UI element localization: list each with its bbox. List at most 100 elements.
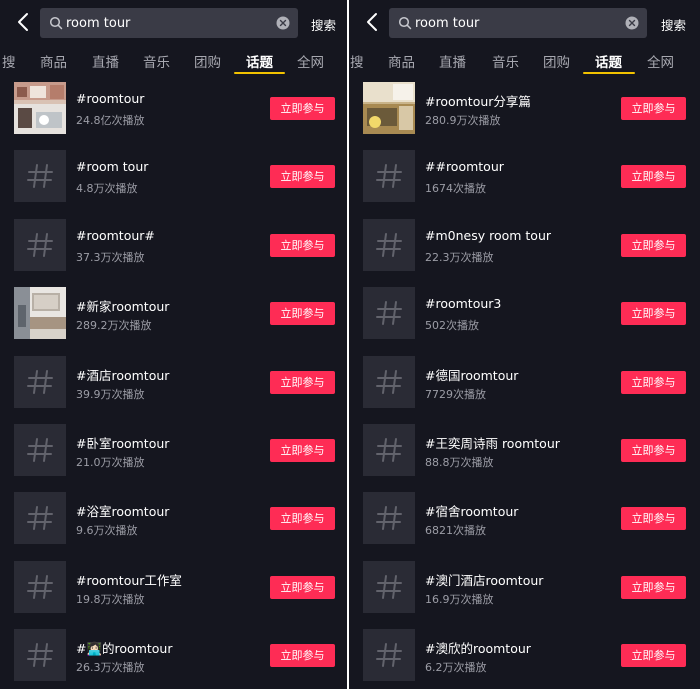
tab-live[interactable]: 直播 <box>439 51 466 71</box>
topic-title: #room tour <box>76 159 149 175</box>
tab-search[interactable]: 搜 <box>350 51 364 71</box>
topic-row[interactable]: #👩🏻‍💻的roomtour 26.3万次播放 立即参与 <box>0 629 347 682</box>
topic-title: #卧室roomtour <box>76 436 170 451</box>
play-count: 21.0万次播放 <box>76 456 145 469</box>
topic-title: #roomtour# <box>76 227 155 243</box>
topic-row[interactable]: #澳门酒店roomtour 16.9万次播放 立即参与 <box>349 560 700 613</box>
tab-groupbuy[interactable]: 团购 <box>194 51 221 71</box>
join-now-button[interactable]: 立即参与 <box>270 302 335 326</box>
hashtag-icon <box>363 218 415 271</box>
topic-title: #roomtour分享篇 <box>425 94 531 109</box>
join-now-button[interactable]: 立即参与 <box>621 439 686 462</box>
join-now-button[interactable]: 立即参与 <box>621 370 686 394</box>
join-now-button[interactable]: 立即参与 <box>270 644 335 668</box>
play-count: 502次播放 <box>425 319 479 333</box>
clear-icon[interactable] <box>276 16 290 30</box>
join-now-button[interactable]: 立即参与 <box>270 507 335 531</box>
join-now-button[interactable]: 立即参与 <box>621 302 686 326</box>
tab-bar: 搜 商品 直播 音乐 团购 话题 全网 <box>0 48 347 74</box>
tab-search[interactable]: 搜 <box>2 51 16 71</box>
hashtag-icon <box>14 218 66 271</box>
play-count: 26.3万次播放 <box>76 661 145 675</box>
topic-thumbnail <box>363 82 415 134</box>
tab-live[interactable]: 直播 <box>92 51 119 71</box>
search-input[interactable] <box>415 8 615 38</box>
play-count: 6.2万次播放 <box>425 661 487 675</box>
hashtag-icon <box>363 150 415 203</box>
tab-goods[interactable]: 商品 <box>40 51 67 71</box>
play-count: 9.6万次播放 <box>76 524 138 538</box>
tab-goods[interactable]: 商品 <box>388 51 415 71</box>
top-bar: 搜索 <box>349 0 700 44</box>
hashtag-icon <box>14 492 66 545</box>
topic-title: #澳欣的roomtour <box>425 641 531 657</box>
topic-row[interactable]: #roomtour# 37.3万次播放 立即参与 <box>0 218 347 271</box>
topic-row[interactable]: ##roomtour 1674次播放 立即参与 <box>349 150 700 203</box>
clear-icon[interactable] <box>625 16 639 30</box>
join-now-button[interactable]: 立即参与 <box>621 644 686 668</box>
topic-row[interactable]: #roomtour 24.8亿次播放 立即参与 <box>0 82 347 134</box>
search-button[interactable]: 搜索 <box>311 15 336 34</box>
topic-row[interactable]: #宿舍roomtour 6821次播放 立即参与 <box>349 492 700 545</box>
topic-row[interactable]: #roomtour分享篇 280.9万次播放 立即参与 <box>349 82 700 134</box>
back-arrow-icon[interactable] <box>363 11 383 33</box>
tab-web[interactable]: 全网 <box>297 51 324 71</box>
topic-row[interactable]: #卧室roomtour 21.0万次播放 立即参与 <box>0 424 347 476</box>
tab-topics[interactable]: 话题 <box>595 51 622 71</box>
topic-title: #👩🏻‍💻的roomtour <box>76 641 173 657</box>
topic-row[interactable]: #m0nesy room tour 22.3万次播放 立即参与 <box>349 218 700 271</box>
join-now-button[interactable]: 立即参与 <box>270 233 335 257</box>
join-now-button[interactable]: 立即参与 <box>621 507 686 531</box>
play-count: 289.2万次播放 <box>76 319 152 333</box>
play-count: 7729次播放 <box>425 387 486 401</box>
search-results-panel-right: 搜索 搜 商品 直播 音乐 团购 话题 全网 #roomtour分享篇 280.9… <box>349 0 700 689</box>
join-now-button[interactable]: 立即参与 <box>621 97 686 120</box>
topic-title: #新家roomtour <box>76 299 170 315</box>
join-now-button[interactable]: 立即参与 <box>621 575 686 599</box>
play-count: 88.8万次播放 <box>425 456 494 469</box>
play-count: 280.9万次播放 <box>425 114 501 127</box>
topic-title: #roomtour <box>76 91 145 106</box>
play-count: 37.3万次播放 <box>76 250 145 264</box>
play-count: 19.8万次播放 <box>76 592 145 606</box>
topic-row[interactable]: #浴室roomtour 9.6万次播放 立即参与 <box>0 492 347 545</box>
hashtag-icon <box>363 629 415 682</box>
play-count: 22.3万次播放 <box>425 250 494 264</box>
join-now-button[interactable]: 立即参与 <box>270 439 335 462</box>
tab-web[interactable]: 全网 <box>647 51 674 71</box>
topic-title: #酒店roomtour <box>76 367 170 383</box>
play-count: 4.8万次播放 <box>76 182 138 196</box>
hashtag-icon <box>14 150 66 203</box>
back-arrow-icon[interactable] <box>14 11 34 33</box>
search-button[interactable]: 搜索 <box>661 15 686 34</box>
topic-title: #王奕周诗雨 roomtour <box>425 436 560 451</box>
topic-row[interactable]: #新家roomtour 289.2万次播放 立即参与 <box>0 287 347 340</box>
topic-row[interactable]: #room tour 4.8万次播放 立即参与 <box>0 150 347 203</box>
play-count: 16.9万次播放 <box>425 592 494 606</box>
tab-topics[interactable]: 话题 <box>246 51 273 71</box>
hashtag-icon <box>363 560 415 613</box>
topic-title: #m0nesy room tour <box>425 227 552 243</box>
active-tab-indicator <box>583 72 635 74</box>
search-input[interactable] <box>66 8 266 38</box>
tab-music[interactable]: 音乐 <box>492 51 519 71</box>
join-now-button[interactable]: 立即参与 <box>621 233 686 257</box>
join-now-button[interactable]: 立即参与 <box>270 165 335 189</box>
tab-groupbuy[interactable]: 团购 <box>543 51 570 71</box>
topic-row[interactable]: #澳欣的roomtour 6.2万次播放 立即参与 <box>349 629 700 682</box>
search-box[interactable] <box>40 8 298 38</box>
topic-row[interactable]: #roomtour3 502次播放 立即参与 <box>349 287 700 340</box>
topic-row[interactable]: #德国roomtour 7729次播放 立即参与 <box>349 355 700 408</box>
join-now-button[interactable]: 立即参与 <box>270 97 335 120</box>
topic-title: #宿舍roomtour <box>425 504 519 520</box>
join-now-button[interactable]: 立即参与 <box>270 370 335 394</box>
topic-title: #roomtour工作室 <box>76 572 182 588</box>
topic-row[interactable]: #王奕周诗雨 roomtour 88.8万次播放 立即参与 <box>349 424 700 476</box>
topic-row[interactable]: #酒店roomtour 39.9万次播放 立即参与 <box>0 355 347 408</box>
join-now-button[interactable]: 立即参与 <box>621 165 686 189</box>
topic-row[interactable]: #roomtour工作室 19.8万次播放 立即参与 <box>0 560 347 613</box>
search-box[interactable] <box>389 8 647 38</box>
search-results-panel-left: 搜索 搜 商品 直播 音乐 团购 话题 全网 #roomtour 24.8亿次播放… <box>0 0 347 689</box>
join-now-button[interactable]: 立即参与 <box>270 575 335 599</box>
tab-music[interactable]: 音乐 <box>143 51 170 71</box>
